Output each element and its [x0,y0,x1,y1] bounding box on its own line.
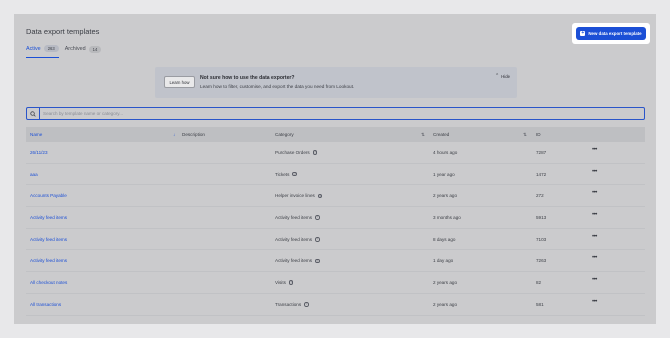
table-row[interactable]: All checkout notes Visits? 2 years ago 8… [26,272,645,294]
learn-how-button[interactable]: Learn how [164,76,195,88]
category-label: Activity feed items [275,236,313,242]
id-cell: 272 [536,193,544,199]
category-cell: Activity feed items? [275,215,320,220]
main-panel: Data export templates + New data export … [14,14,656,324]
help-icon[interactable]: ? [312,150,318,155]
template-name-link[interactable]: All checkout notes [30,280,67,285]
more-options-icon[interactable]: ••• [592,147,597,153]
category-cell: Purchase Orders? [275,150,318,155]
category-cell: Transactions? [275,302,309,307]
table-header: Name ↓ Description Category ⇅ Created ⇅ … [26,127,645,142]
template-name-link[interactable]: Activity feed items [30,237,67,242]
new-button-highlight: + New data export template [572,23,650,44]
id-cell: 5913 [536,215,547,221]
more-options-icon[interactable]: ••• [592,234,597,240]
id-cell: 581 [536,301,544,307]
table-row[interactable]: 26/11/23 Purchase Orders? 4 hours ago 72… [26,142,645,164]
new-template-button[interactable]: + New data export template [576,27,646,40]
category-label: Tickets [275,171,290,177]
column-header-created[interactable]: Created [433,132,449,137]
sort-down-icon[interactable]: ↓ [173,132,175,137]
table-row[interactable]: aaa Tickets? 1 year ago 1472 ••• [26,164,645,186]
id-cell: 7287 [536,150,547,155]
tab-active-label: Active [26,45,41,52]
chevron-up-icon: ⌃ [494,73,500,79]
category-label: Visits [275,280,286,286]
tabs: Active 263 Archived 14 [26,45,102,58]
table-row[interactable]: All transactions Transactions? 2 years a… [26,294,645,316]
sort-icon[interactable]: ⇅ [421,132,425,138]
new-template-button-label: New data export template [588,31,642,36]
more-options-icon[interactable]: ••• [592,212,597,218]
column-header-category[interactable]: Category [275,132,294,137]
hide-banner-button[interactable]: ⌃ Hide [494,73,510,80]
info-banner: Learn how Not sure how to use the data e… [155,67,517,98]
help-icon[interactable]: ? [317,193,323,199]
category-cell: Tickets? [275,172,297,177]
table-row[interactable]: Activity feed items Activity feed items?… [26,229,645,251]
plus-icon: + [580,30,586,36]
sort-icon[interactable]: ⇅ [523,132,527,138]
created-cell: 1 day ago [433,258,454,264]
help-icon[interactable]: ? [315,215,320,220]
category-label: Transactions [275,301,302,307]
help-icon[interactable]: ? [315,258,320,264]
template-name-link[interactable]: All transactions [30,302,61,307]
help-icon[interactable]: ? [292,171,297,177]
column-header-name[interactable]: Name [30,132,42,137]
id-cell: 7103 [536,236,547,242]
id-cell: 82 [536,280,542,286]
banner-title: Not sure how to use the data exporter? [200,75,295,81]
created-cell: 2 years ago [433,280,458,286]
created-cell: 4 hours ago [433,150,458,155]
table-row[interactable]: Activity feed items Activity feed items?… [26,250,645,273]
more-options-icon[interactable]: ••• [592,277,597,283]
category-label: Helper invoice lines [275,193,315,199]
search-icon[interactable] [27,108,40,120]
created-cell: 2 years ago [433,193,458,199]
template-name-link[interactable]: Accounts Payable [30,193,67,198]
more-options-icon[interactable]: ••• [592,190,597,196]
created-cell: 3 months ago [433,215,461,221]
id-cell: 7263 [536,258,547,264]
created-cell: 2 years ago [433,301,458,307]
created-cell: 8 days ago [433,236,456,242]
id-cell: 1472 [536,171,547,177]
help-icon[interactable]: ? [304,302,309,307]
category-cell: Activity feed items? [275,258,320,263]
hide-label: Hide [501,74,510,79]
help-icon[interactable]: ? [288,280,294,285]
category-cell: Helper invoice lines? [275,193,323,199]
table-row[interactable]: Accounts Payable Helper invoice lines? 2… [26,185,645,208]
created-cell: 1 year ago [433,171,455,177]
template-name-link[interactable]: Activity feed items [30,258,67,263]
category-label: Activity feed items [275,215,313,221]
template-name-link[interactable]: 26/11/23 [30,150,48,155]
templates-table: Name ↓ Description Category ⇅ Created ⇅ … [26,127,645,316]
search-input[interactable] [43,109,633,118]
page-title: Data export templates [26,27,100,36]
category-cell: Activity feed items? [275,237,320,242]
table-row[interactable]: Activity feed items Activity feed items?… [26,207,645,229]
tab-archived[interactable]: Archived 14 [65,45,102,58]
column-header-id[interactable]: ID [536,132,541,137]
more-options-icon[interactable]: ••• [592,299,597,305]
help-icon[interactable]: ? [315,237,320,242]
tab-archived-count: 14 [88,45,102,53]
tab-archived-label: Archived [64,46,86,52]
template-name-link[interactable]: aaa [30,172,38,177]
category-label: Activity feed items [275,258,313,264]
tab-active-count: 263 [43,45,59,52]
column-header-description: Description [182,132,205,137]
tab-active[interactable]: Active 263 [26,45,59,58]
more-options-icon[interactable]: ••• [592,255,597,261]
search-bar [26,107,645,120]
banner-description: Learn how to filter, customise, and expo… [200,84,355,89]
more-options-icon[interactable]: ••• [592,169,597,175]
template-name-link[interactable]: Activity feed items [30,215,67,220]
category-cell: Visits? [275,280,294,286]
category-label: Purchase Orders [275,150,310,155]
